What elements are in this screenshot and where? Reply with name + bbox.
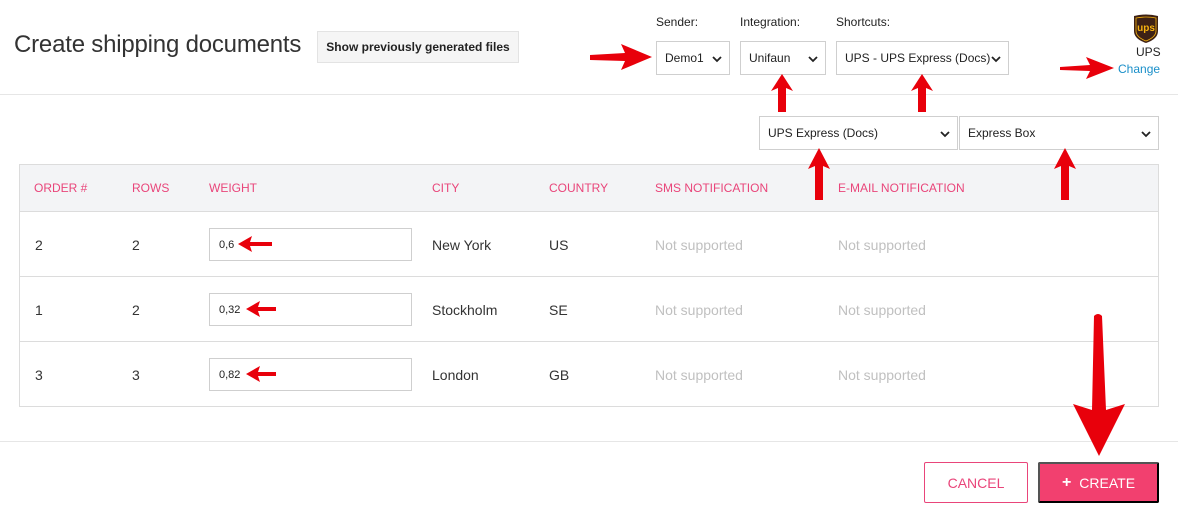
- create-button-label: CREATE: [1079, 474, 1136, 491]
- email-notification-status: Not supported: [838, 367, 926, 383]
- annotation-arrow-right-icon: [1060, 57, 1114, 79]
- column-header-sms-notification: SMS notification: [655, 181, 769, 195]
- sms-notification-status: Not supported: [655, 302, 743, 318]
- integration-label: Integration:: [740, 15, 801, 29]
- sender-label: Sender:: [656, 15, 699, 29]
- service-select-value: UPS Express (Docs): [768, 126, 879, 140]
- weight-input[interactable]: [209, 358, 412, 391]
- column-header-rows: Rows: [132, 181, 170, 195]
- footer-divider: [0, 441, 1178, 442]
- order-number: 2: [35, 237, 43, 253]
- email-notification-status: Not supported: [838, 302, 926, 318]
- sender-select[interactable]: Demo1: [656, 41, 730, 75]
- integration-select-value: Unifaun: [749, 51, 791, 65]
- country: SE: [549, 302, 568, 318]
- plus-icon: +: [1061, 473, 1072, 491]
- column-header-email-notification: E-mail notification: [838, 181, 965, 195]
- city: London: [432, 367, 479, 383]
- sender-select-value: Demo1: [665, 51, 704, 65]
- city: Stockholm: [432, 302, 498, 318]
- package-select-value: Express Box: [968, 126, 1036, 140]
- ups-logo-text: ups: [1137, 23, 1155, 34]
- country: GB: [549, 367, 570, 383]
- column-header-country: Country: [549, 181, 609, 195]
- weight-input[interactable]: [209, 293, 412, 326]
- row-count: 2: [132, 237, 140, 253]
- annotation-arrow-up-icon: [911, 74, 933, 112]
- sms-notification-status: Not supported: [655, 367, 743, 383]
- cancel-button[interactable]: CANCEL: [924, 462, 1028, 503]
- weight-input[interactable]: [209, 228, 412, 261]
- column-header-city: City: [432, 181, 460, 195]
- chevron-down-icon: [808, 56, 818, 63]
- shortcuts-select-value: UPS - UPS Express (Docs): [845, 51, 991, 65]
- carrier-name: UPS: [1136, 45, 1161, 59]
- show-previous-files-button[interactable]: Show previously generated files: [317, 31, 519, 63]
- row-count: 2: [132, 302, 140, 318]
- table-row: 3 3 London GB Not supported Not supporte…: [20, 342, 1158, 407]
- shortcuts-select[interactable]: UPS - UPS Express (Docs): [836, 41, 1009, 75]
- orders-table: Order # Rows Weight City Country SMS not…: [19, 164, 1159, 407]
- integration-select[interactable]: Unifaun: [740, 41, 826, 75]
- package-select[interactable]: Express Box: [959, 116, 1159, 150]
- annotation-arrow-up-icon: [771, 74, 793, 112]
- page-title: Create shipping documents: [14, 31, 302, 58]
- sms-notification-status: Not supported: [655, 237, 743, 253]
- city: New York: [432, 237, 492, 253]
- service-select[interactable]: UPS Express (Docs): [759, 116, 958, 150]
- order-number: 3: [35, 367, 43, 383]
- create-button[interactable]: + CREATE: [1038, 462, 1159, 503]
- row-count: 3: [132, 367, 140, 383]
- shortcuts-label: Shortcuts:: [836, 15, 891, 29]
- chevron-down-icon: [940, 131, 950, 138]
- column-header-order: Order #: [34, 181, 88, 195]
- email-notification-status: Not supported: [838, 237, 926, 253]
- header-divider: [0, 94, 1178, 95]
- table-row: 2 2 New York US Not supported Not suppor…: [20, 212, 1158, 277]
- chevron-down-icon: [1141, 131, 1151, 138]
- annotation-arrow-right-icon: [590, 44, 652, 70]
- chevron-down-icon: [712, 56, 722, 63]
- chevron-down-icon: [991, 56, 1001, 63]
- table-header: Order # Rows Weight City Country SMS not…: [20, 165, 1158, 212]
- country: US: [549, 237, 569, 253]
- column-header-weight: Weight: [209, 181, 257, 195]
- order-number: 1: [35, 302, 43, 318]
- table-row: 1 2 Stockholm SE Not supported Not suppo…: [20, 277, 1158, 342]
- change-carrier-link[interactable]: Change: [1118, 62, 1160, 76]
- cancel-button-label: CANCEL: [947, 474, 1005, 491]
- ups-logo-icon: ups: [1134, 14, 1158, 43]
